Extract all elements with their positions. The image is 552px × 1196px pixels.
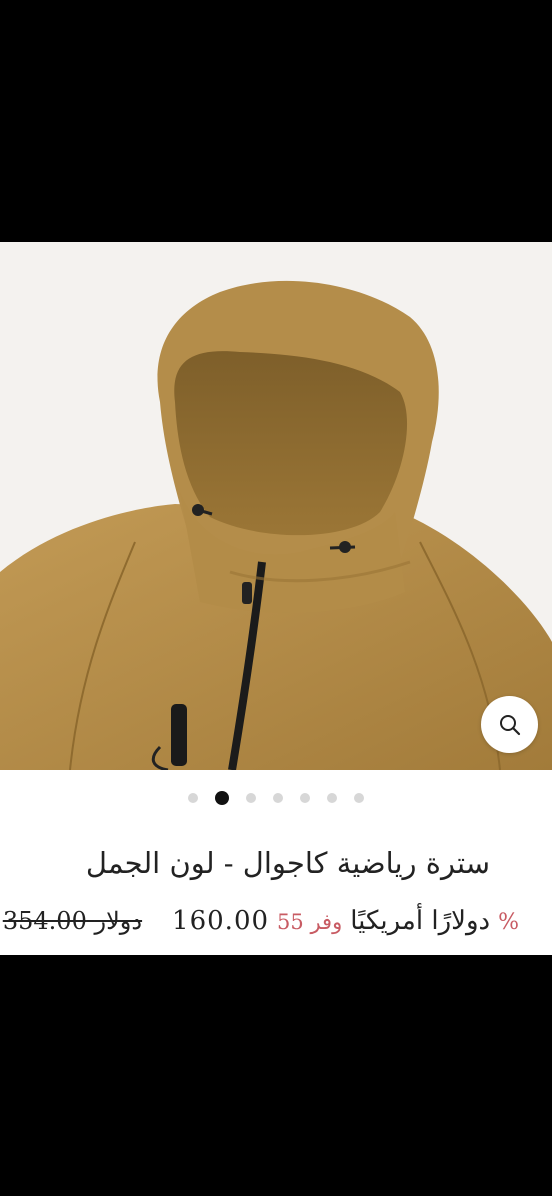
product-card: سترة رياضية كاجوال - لون الجمل % دولارًا… (0, 242, 552, 955)
navigation-area (0, 955, 552, 1196)
pagination-dot[interactable] (273, 793, 283, 803)
original-price: دولار 354.00 (3, 907, 142, 935)
price-row: % دولارًا أمريكيًا وفر 55 160.00 دولار 3… (3, 906, 519, 936)
zoom-button[interactable] (481, 696, 538, 753)
jacket-photo (0, 242, 552, 770)
sale-price: 160.00 (172, 906, 270, 936)
original-price-value: 354.00 (2, 907, 87, 935)
pagination-dot[interactable] (246, 793, 256, 803)
pagination-dot[interactable] (188, 793, 198, 803)
percent-symbol: % (498, 910, 519, 935)
product-title: سترة رياضية كاجوال - لون الجمل (85, 846, 490, 880)
pagination-dot-active[interactable] (215, 791, 229, 805)
product-image-gallery[interactable] (0, 242, 552, 770)
gallery-pagination (0, 789, 552, 807)
currency-label: دولارًا أمريكيًا (350, 906, 491, 936)
original-price-currency: دولار (94, 907, 143, 935)
pagination-dot[interactable] (300, 793, 310, 803)
pagination-dot[interactable] (327, 793, 337, 803)
status-bar-area (0, 0, 552, 242)
savings-badge: وفر 55 (277, 910, 343, 934)
search-icon (499, 714, 520, 735)
pagination-dot[interactable] (354, 793, 364, 803)
